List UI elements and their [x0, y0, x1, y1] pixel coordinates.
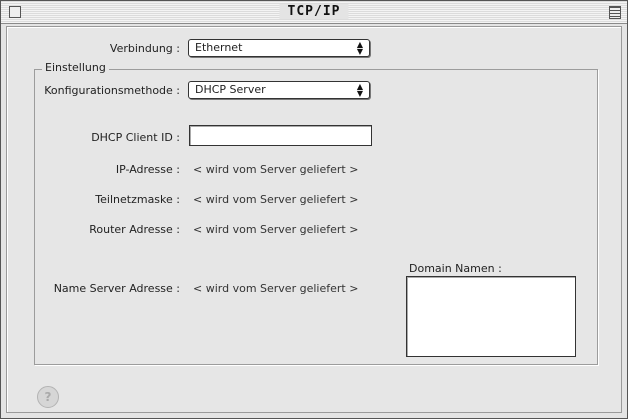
config-method-label: Konfigurationsmethode : — [44, 84, 180, 97]
help-icon[interactable]: ? — [37, 386, 59, 408]
zoom-box-icon[interactable] — [609, 6, 621, 19]
title-bar[interactable]: TCP/IP — [1, 1, 627, 24]
connection-selected: Ethernet — [195, 41, 243, 54]
ip-address-label: IP-Adresse : — [115, 163, 180, 176]
subnet-mask-label: Teilnetzmaske : — [95, 193, 180, 206]
up-down-arrow-icon: ▲ ▼ — [356, 40, 363, 56]
domain-names-field[interactable] — [406, 276, 576, 357]
router-address-value: < wird vom Server geliefert > — [193, 223, 359, 236]
ip-address-value: < wird vom Server geliefert > — [193, 163, 359, 176]
router-address-label: Router Adresse : — [89, 223, 180, 236]
config-method-selected: DHCP Server — [195, 83, 266, 96]
up-down-arrow-icon: ▲ ▼ — [356, 82, 363, 98]
dhcp-client-id-label: DHCP Client ID : — [91, 131, 180, 144]
name-server-label: Name Server Adresse : — [53, 282, 180, 295]
subnet-mask-value: < wird vom Server geliefert > — [193, 193, 359, 206]
domain-names-label: Domain Namen : — [409, 262, 502, 275]
config-method-popup[interactable]: DHCP Server ▲ ▼ — [188, 81, 370, 99]
window-title: TCP/IP — [279, 4, 349, 19]
settings-group-label: Einstellung — [42, 61, 109, 74]
connection-label: Verbindung : — [109, 42, 180, 55]
connection-popup[interactable]: Ethernet ▲ ▼ — [188, 39, 370, 57]
dhcp-client-id-field[interactable] — [189, 125, 372, 146]
name-server-value: < wird vom Server geliefert > — [193, 282, 359, 295]
close-box-icon[interactable] — [9, 6, 21, 18]
